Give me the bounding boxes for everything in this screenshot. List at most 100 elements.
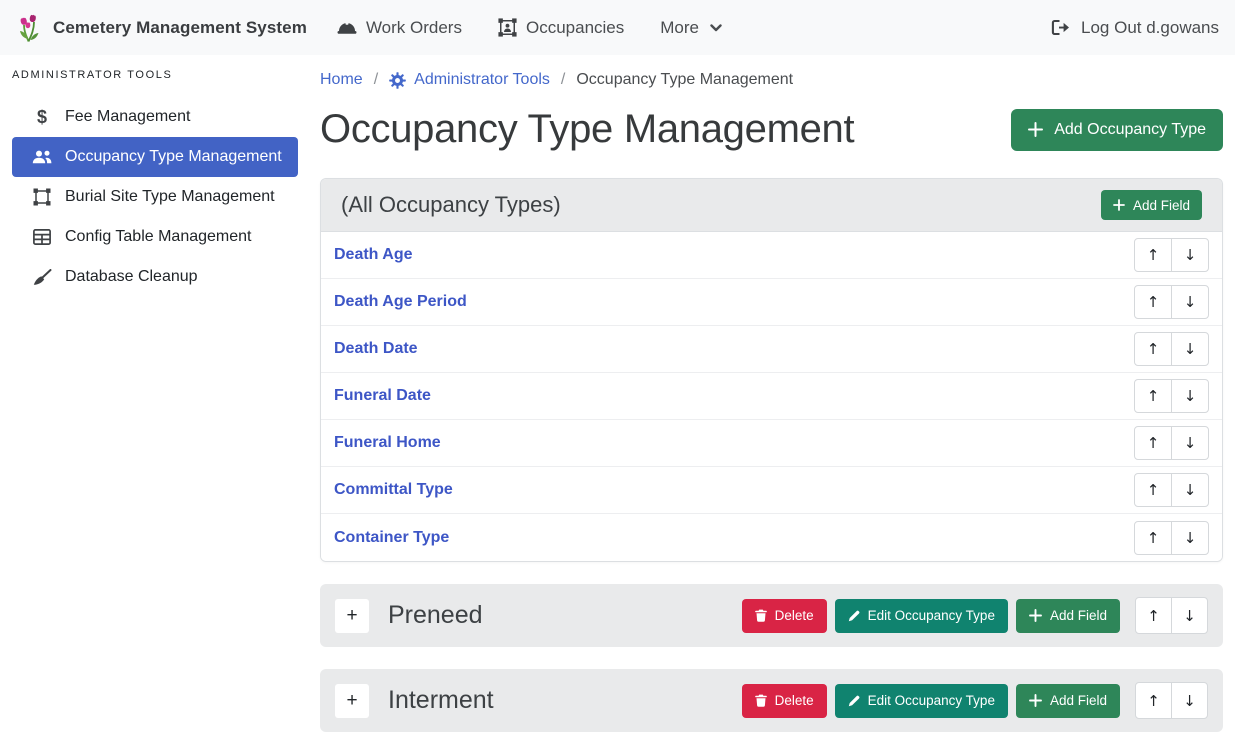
table-icon — [29, 229, 55, 245]
field-link[interactable]: Container Type — [334, 529, 449, 547]
field-row: Committal Type ↑ ↓ — [321, 467, 1222, 514]
move-down-button[interactable]: ↓ — [1171, 473, 1209, 507]
move-up-button[interactable]: ↑ — [1134, 332, 1172, 366]
delete-label: Delete — [775, 608, 814, 623]
reorder-controls: ↑ ↓ — [1134, 332, 1209, 366]
move-down-button[interactable]: ↓ — [1171, 379, 1209, 413]
add-field-button[interactable]: Add Field — [1016, 684, 1120, 718]
move-up-button[interactable]: ↑ — [1134, 379, 1172, 413]
nav-item-occupancies[interactable]: Occupancies — [498, 18, 624, 38]
arrow-down-icon: ↓ — [1184, 434, 1197, 452]
field-link[interactable]: Death Date — [334, 340, 418, 358]
move-down-button[interactable]: ↓ — [1171, 332, 1209, 366]
move-up-button[interactable]: ↑ — [1134, 521, 1172, 555]
top-navbar: Cemetery Management System Work Orders — [0, 0, 1235, 55]
edit-occupancy-type-button[interactable]: Edit Occupancy Type — [835, 684, 1008, 718]
tulip-logo-icon — [16, 13, 42, 43]
gear-icon — [389, 72, 406, 89]
move-up-button[interactable]: ↑ — [1134, 238, 1172, 272]
nav-item-label: Work Orders — [366, 18, 462, 38]
sidebar: ADMINISTRATOR TOOLS $ Fee Management Occ… — [0, 55, 308, 738]
field-row: Container Type ↑ ↓ — [321, 514, 1222, 561]
sidebar-item-label: Config Table Management — [65, 228, 252, 246]
move-down-button[interactable]: ↓ — [1171, 521, 1209, 555]
hard-hat-icon — [337, 19, 357, 36]
arrow-down-icon: ↓ — [1184, 340, 1197, 358]
arrow-up-icon: ↑ — [1147, 387, 1160, 405]
add-occupancy-type-label: Add Occupancy Type — [1054, 121, 1206, 139]
reorder-controls: ↑ ↓ — [1135, 682, 1208, 719]
sidebar-item-burial-site-type-management[interactable]: Burial Site Type Management — [12, 177, 298, 217]
sidebar-item-label: Fee Management — [65, 108, 190, 126]
arrow-down-icon: ↓ — [1184, 246, 1197, 264]
nav-item-more[interactable]: More — [660, 18, 722, 38]
logout-icon — [1051, 19, 1071, 36]
reorder-controls: ↑ ↓ — [1134, 473, 1209, 507]
field-link[interactable]: Death Age Period — [334, 293, 467, 311]
vector-square-icon — [29, 188, 55, 206]
move-up-button[interactable]: ↑ — [1134, 426, 1172, 460]
arrow-down-icon: ↓ — [1183, 607, 1196, 625]
logout-label: Log Out d.gowans — [1081, 18, 1219, 38]
add-field-button[interactable]: Add Field — [1016, 599, 1120, 633]
expand-button[interactable]: + — [335, 684, 369, 718]
breadcrumb-separator: / — [374, 71, 378, 89]
breadcrumb-home-link[interactable]: Home — [320, 71, 363, 89]
sidebar-item-fee-management[interactable]: $ Fee Management — [12, 97, 298, 137]
sidebar-item-config-table-management[interactable]: Config Table Management — [12, 217, 298, 257]
sidebar-item-database-cleanup[interactable]: Database Cleanup — [12, 257, 298, 297]
delete-label: Delete — [775, 693, 814, 708]
move-down-button[interactable]: ↓ — [1171, 597, 1208, 634]
move-down-button[interactable]: ↓ — [1171, 682, 1208, 719]
move-down-button[interactable]: ↓ — [1171, 285, 1209, 319]
logout-button[interactable]: Log Out d.gowans — [1051, 18, 1219, 38]
breadcrumb-admin-tools-link[interactable]: Administrator Tools — [389, 71, 550, 89]
arrow-up-icon: ↑ — [1147, 434, 1160, 452]
add-field-label: Add Field — [1050, 693, 1107, 708]
breadcrumb-separator: / — [561, 71, 565, 89]
all-occupancy-types-header: (All Occupancy Types) Add Field — [321, 179, 1222, 232]
app-title: Cemetery Management System — [53, 18, 307, 38]
reorder-controls: ↑ ↓ — [1134, 238, 1209, 272]
plus-icon — [1029, 694, 1042, 707]
add-field-button[interactable]: Add Field — [1101, 190, 1202, 220]
field-row: Funeral Date ↑ ↓ — [321, 373, 1222, 420]
reorder-controls: ↑ ↓ — [1134, 426, 1209, 460]
main-content: Home / — [308, 55, 1235, 738]
broom-icon — [29, 269, 55, 286]
move-up-button[interactable]: ↑ — [1135, 682, 1172, 719]
nav-item-work-orders[interactable]: Work Orders — [337, 18, 462, 38]
sidebar-item-label: Occupancy Type Management — [65, 148, 282, 166]
move-down-button[interactable]: ↓ — [1171, 238, 1209, 272]
section-title: Preneed — [388, 601, 483, 630]
nav-item-label: Occupancies — [526, 18, 624, 38]
field-link[interactable]: Funeral Date — [334, 387, 431, 405]
delete-button[interactable]: Delete — [742, 599, 827, 633]
move-down-button[interactable]: ↓ — [1171, 426, 1209, 460]
field-link[interactable]: Death Age — [334, 246, 413, 264]
field-row: Death Date ↑ ↓ — [321, 326, 1222, 373]
section-title: Interment — [388, 686, 494, 715]
move-up-button[interactable]: ↑ — [1135, 597, 1172, 634]
plus-icon — [1028, 122, 1043, 137]
arrow-up-icon: ↑ — [1147, 607, 1160, 625]
nav-links: Work Orders Occupancies M — [337, 18, 722, 38]
users-icon — [29, 150, 55, 164]
brand-link[interactable]: Cemetery Management System — [16, 13, 307, 43]
sidebar-item-occupancy-type-management[interactable]: Occupancy Type Management — [12, 137, 298, 177]
arrow-up-icon: ↑ — [1147, 692, 1160, 710]
page-title: Occupancy Type Management — [320, 107, 854, 152]
delete-button[interactable]: Delete — [742, 684, 827, 718]
edit-occupancy-type-button[interactable]: Edit Occupancy Type — [835, 599, 1008, 633]
add-occupancy-type-button[interactable]: Add Occupancy Type — [1011, 109, 1223, 151]
arrow-up-icon: ↑ — [1147, 529, 1160, 547]
dollar-icon: $ — [29, 107, 55, 128]
expand-button[interactable]: + — [335, 599, 369, 633]
move-up-button[interactable]: ↑ — [1134, 473, 1172, 507]
field-link[interactable]: Funeral Home — [334, 434, 441, 452]
arrow-down-icon: ↓ — [1183, 692, 1196, 710]
trash-icon — [755, 694, 767, 707]
field-link[interactable]: Committal Type — [334, 481, 453, 499]
reorder-controls: ↑ ↓ — [1134, 521, 1209, 555]
move-up-button[interactable]: ↑ — [1134, 285, 1172, 319]
